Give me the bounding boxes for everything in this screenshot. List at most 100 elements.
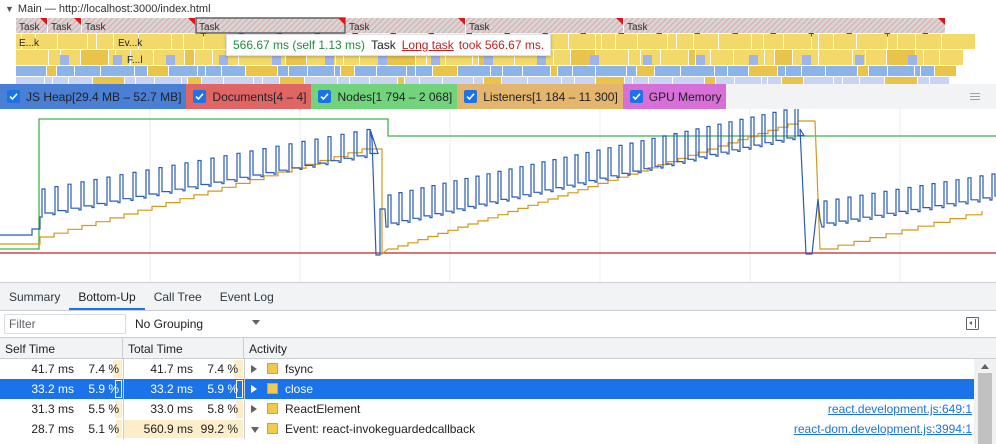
flame-event-block xyxy=(916,50,923,65)
flame-event-block xyxy=(869,66,887,76)
vertical-scrollbar[interactable] xyxy=(974,359,996,444)
task-label: Task xyxy=(349,22,371,33)
total-time-ms: 41.7 ms xyxy=(150,362,193,376)
counter-nodes[interactable]: Nodes[1 794 – 2 068] xyxy=(311,84,458,109)
counter-js-heap[interactable]: JS Heap[29.4 MB – 52.7 MB] xyxy=(0,84,187,109)
flame-event-block xyxy=(858,66,868,76)
column-header-activity[interactable]: Activity xyxy=(244,338,996,359)
flame-event-block xyxy=(689,50,695,65)
scripting-category-icon xyxy=(267,423,278,434)
column-header-label: Activity xyxy=(249,341,288,356)
flame-event-block xyxy=(812,34,818,49)
flame-event-block xyxy=(378,55,387,65)
flame-event-block xyxy=(166,55,175,65)
column-divider xyxy=(244,379,245,399)
flame-chart[interactable]: Task Task Task Task Task Task Task E...k Ev...k F… xyxy=(0,0,996,86)
flame-event-block xyxy=(36,34,57,49)
flame-event-block xyxy=(355,66,376,76)
table-row[interactable]: 33.2 ms 5.9 % 33.2 ms 5.9 % close xyxy=(0,379,974,399)
dropdown-arrow-icon xyxy=(252,320,260,325)
tooltip-duration: 566.67 ms (self 1.13 ms) xyxy=(233,38,366,52)
flame-event-block xyxy=(558,66,572,76)
checkbox-checked-icon[interactable] xyxy=(464,90,478,103)
collapsed-triangle-icon[interactable] xyxy=(251,365,257,373)
flame-event-block xyxy=(908,55,917,65)
flame-event-block xyxy=(696,55,705,65)
memory-counters-bar: JS Heap[29.4 MB – 52.7 MB] Documents[4 –… xyxy=(0,84,996,109)
tab-event-log[interactable]: Event Log xyxy=(211,283,283,310)
table-row[interactable]: 31.3 ms 5.5 % 33.0 ms 5.8 % ReactElement reac… xyxy=(0,399,974,419)
tab-call-tree[interactable]: Call Tree xyxy=(145,283,211,310)
flame-event-block xyxy=(325,55,334,65)
flame-event-block xyxy=(888,66,914,76)
grouping-value: No Grouping xyxy=(135,317,204,331)
drag-handle-icon[interactable] xyxy=(970,89,980,103)
flame-event-block xyxy=(681,66,714,76)
flame-event-block xyxy=(551,66,557,76)
listeners-line xyxy=(0,120,983,256)
checkbox-checked-icon[interactable] xyxy=(629,90,643,103)
column-header-total-time[interactable]: Total Time xyxy=(123,338,244,359)
flame-event-block xyxy=(341,66,354,76)
filter-input[interactable] xyxy=(4,314,126,334)
flame-event-block xyxy=(668,34,676,49)
flame-event-block xyxy=(834,34,856,49)
grouping-select[interactable]: No Grouping xyxy=(131,314,264,334)
collapsed-triangle-icon[interactable] xyxy=(251,405,257,413)
column-divider xyxy=(244,359,245,379)
flame-event-block xyxy=(802,66,825,76)
flame-event-block xyxy=(272,55,281,65)
memory-graph-canvas[interactable] xyxy=(0,109,996,282)
checkbox-checked-icon[interactable] xyxy=(318,90,332,103)
task-tooltip: 566.67 ms (self 1.13 ms) Task Long task … xyxy=(226,34,552,56)
flame-event-block xyxy=(677,34,693,49)
flame-event-block xyxy=(308,66,334,76)
flame-event-block xyxy=(139,34,171,49)
counter-label: GPU Memory xyxy=(648,89,722,104)
flame-event-block xyxy=(458,66,490,76)
counter-gpu-memory[interactable]: GPU Memory xyxy=(622,84,727,109)
source-link[interactable]: react.development.js:649:1 xyxy=(828,399,972,419)
bottom-up-table-body: 41.7 ms 7.4 % 41.7 ms 7.4 % fsync 33.2 ms 5.9 … xyxy=(0,359,974,439)
main-thread-title: Main — http://localhost:3000/index.html xyxy=(17,2,211,15)
tab-bottom-up[interactable]: Bottom-Up xyxy=(69,283,146,310)
flame-event-block xyxy=(537,55,546,65)
bottom-up-toolbar: No Grouping xyxy=(0,311,996,338)
tab-summary[interactable]: Summary xyxy=(0,283,69,310)
collapsed-triangle-icon[interactable] xyxy=(251,385,257,393)
flame-event-block xyxy=(554,50,570,65)
flame-event-block xyxy=(643,55,652,65)
memory-graph[interactable] xyxy=(0,109,996,282)
table-row[interactable]: 41.7 ms 7.4 % 41.7 ms 7.4 % fsync xyxy=(0,359,974,379)
flame-event-block xyxy=(819,50,852,65)
scroll-up-arrow-icon[interactable] xyxy=(981,364,989,369)
flame-event-block xyxy=(16,50,48,65)
flame-event-block xyxy=(616,34,637,49)
flame-event-block xyxy=(924,50,939,65)
source-link[interactable]: react-dom.development.js:3994:1 xyxy=(794,419,972,439)
collapse-triangle-icon[interactable]: ▼ xyxy=(5,4,14,14)
checkbox-checked-icon[interactable] xyxy=(193,90,207,103)
flame-event-block xyxy=(752,34,763,49)
counter-documents[interactable]: Documents[4 – 4] xyxy=(186,84,312,109)
task-block[interactable] xyxy=(624,18,945,33)
column-header-self-time[interactable]: Self Time xyxy=(0,338,123,359)
flame-event-block xyxy=(916,34,941,49)
flame-event-block xyxy=(715,66,727,76)
toggle-sidebar-icon[interactable] xyxy=(966,317,979,330)
flame-event-block xyxy=(206,66,221,76)
flame-event-block xyxy=(416,66,432,76)
counter-listeners[interactable]: Listeners[1 184 – 11 300] xyxy=(457,84,623,109)
checkbox-checked-icon[interactable] xyxy=(7,90,20,103)
counter-label: Listeners[1 184 – 11 300] xyxy=(483,89,618,104)
long-task-link[interactable]: Long task xyxy=(402,38,454,52)
flame-event-label: E...k xyxy=(19,38,40,49)
scrollbar-thumb[interactable] xyxy=(978,373,992,444)
main-thread-header[interactable]: ▼ Main — http://localhost:3000/index.htm… xyxy=(0,0,996,17)
flame-event-block xyxy=(942,34,975,49)
total-time-percent: 5.9 % xyxy=(207,382,238,396)
expanded-triangle-icon[interactable] xyxy=(251,427,259,433)
flame-event-block xyxy=(16,66,46,76)
table-row[interactable]: 28.7 ms 5.1 % 560.9 ms 99.2 % Event: react-i… xyxy=(0,419,974,439)
flame-event-block xyxy=(764,34,783,49)
